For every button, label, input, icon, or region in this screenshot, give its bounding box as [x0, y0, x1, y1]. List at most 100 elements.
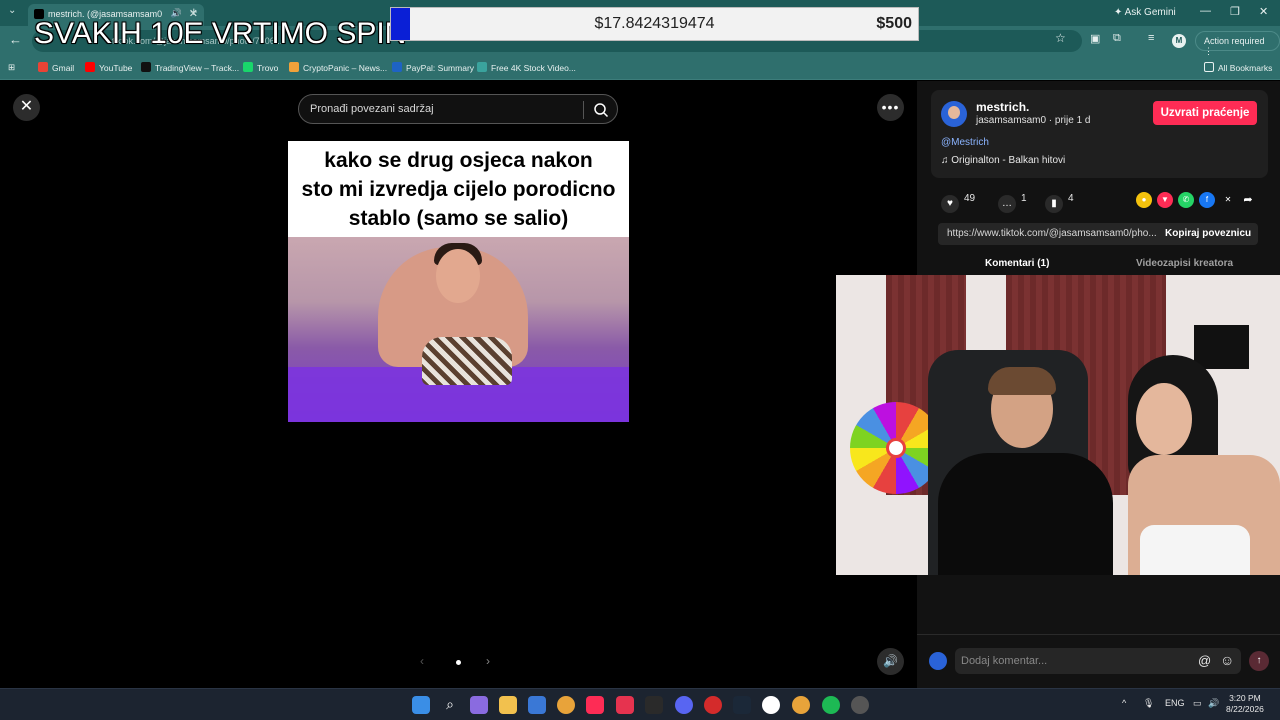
caption-line: stablo (samo se salio)	[348, 207, 569, 230]
bookmarks-bar: ⊞ Gmail YouTube TradingView – Track... T…	[0, 56, 1280, 80]
epic-games-icon[interactable]	[645, 696, 663, 714]
bookmark-youtube[interactable]: YouTube	[85, 62, 132, 73]
speaker-tray-icon[interactable]: 🔊	[1208, 698, 1219, 709]
donation-goal-bar: $17.8424319474 $500	[390, 7, 919, 41]
comment-button[interactable]: … 1	[998, 193, 1027, 213]
taskbar-search-icon[interactable]: ⌕	[441, 696, 459, 714]
search-icon[interactable]	[592, 101, 610, 119]
photo-caption: kako se drug osjeca nakon sto mi izvredj…	[288, 141, 629, 237]
next-photo-chevron-icon[interactable]: ›	[486, 654, 490, 668]
creator-card: mestrich. jasamsamsam0 · prije 1 d Uzvra…	[931, 90, 1268, 178]
search-placeholder: Pronađi povezani sadržaj	[310, 103, 434, 115]
caption-line: sto mi izvredja cijelo porodicno	[301, 178, 616, 201]
opera-icon[interactable]	[704, 696, 722, 714]
chrome-icon[interactable]	[557, 696, 575, 714]
guest-top	[1140, 525, 1250, 575]
spotify-icon[interactable]	[822, 696, 840, 714]
whatsapp-icon[interactable]: ✆	[1178, 192, 1194, 208]
windows-taskbar: ⌕ ^ 🎙 ENG ▭ 🔊 3:20 PM 8/22/2026	[0, 688, 1280, 720]
bookmark-paypal[interactable]: PayPal: Summary	[392, 62, 474, 73]
emoji-icon[interactable]: ☺	[1220, 652, 1234, 668]
action-required-button[interactable]: Action required ⋮	[1195, 31, 1280, 56]
previous-photo-chevron-icon[interactable]: ‹	[420, 654, 424, 668]
extension-badge-icon[interactable]: ▣	[1090, 32, 1100, 45]
save-count: 4	[1068, 193, 1074, 204]
clock-time: 3:20 PM	[1229, 693, 1261, 703]
tab-creator-videos[interactable]: Videozapisi kreatora	[1136, 258, 1233, 269]
all-bookmarks[interactable]: All Bookmarks	[1204, 62, 1272, 73]
media-control-icon[interactable]: ≡	[1148, 32, 1154, 44]
comment-bubble-icon: …	[998, 195, 1016, 213]
post-photo: kako se drug osjeca nakon sto mi izvredj…	[288, 141, 629, 422]
facebook-icon[interactable]: f	[1199, 192, 1215, 208]
comment-count: 1	[1021, 193, 1027, 204]
steam-icon[interactable]	[733, 696, 751, 714]
creator-username-date: jasamsamsam0 · prije 1 d	[976, 115, 1091, 126]
copilot-icon[interactable]	[470, 696, 488, 714]
microphone-icon[interactable]: 🎙	[1143, 698, 1154, 709]
comment-composer: Dodaj komentar... @ ☺ ↑	[917, 634, 1280, 688]
extensions-puzzle-icon[interactable]: ⧉	[1113, 32, 1121, 45]
follow-back-button[interactable]: Uzvrati praćenje	[1153, 101, 1257, 125]
tab-list-icon[interactable]: ⌄	[8, 5, 16, 16]
apps-grid-icon[interactable]: ⊞	[8, 62, 15, 73]
back-arrow-icon[interactable]: ←	[9, 32, 22, 47]
clock-date: 8/22/2026	[1226, 704, 1264, 714]
bookmark-icon: ▮	[1045, 195, 1063, 213]
creator-avatar[interactable]	[941, 101, 967, 127]
more-options-button[interactable]: •••	[877, 94, 904, 121]
creator-mention[interactable]: @Mestrich	[941, 137, 989, 148]
taskbar-clock[interactable]: 3:20 PM 8/22/2026	[1226, 693, 1264, 715]
copy-link-box: https://www.tiktok.com/@jasamsamsam0/pho…	[938, 223, 1258, 245]
stream-overlay-title: SVAKIH 10E VRTIMO SPIN	[34, 17, 407, 50]
streamer-webcam	[836, 275, 1280, 575]
discord-icon[interactable]	[675, 696, 693, 714]
language-indicator[interactable]: ENG	[1165, 698, 1185, 708]
save-button[interactable]: ▮ 4	[1045, 193, 1074, 213]
profile-avatar[interactable]: M	[1172, 34, 1186, 48]
music-note-icon: ♫	[941, 155, 949, 166]
minimize-icon[interactable]: —	[1200, 5, 1211, 17]
store-icon[interactable]	[528, 696, 546, 714]
ask-gemini-button[interactable]: ✦ Ask Gemini	[1106, 5, 1184, 21]
sound-link[interactable]: ♫ Originalton - Balkan hitovi	[941, 155, 1065, 166]
bookmark-tradingview[interactable]: TradingView – Track...	[141, 62, 239, 73]
start-icon[interactable]	[412, 696, 430, 714]
bookmark-trovo[interactable]: Trovo	[243, 62, 278, 73]
tray-chevron-icon[interactable]: ^	[1122, 698, 1126, 708]
tiktok-app-icon[interactable]	[586, 696, 604, 714]
bookmark-free-4k-stock[interactable]: Free 4K Stock Video...	[477, 62, 576, 73]
like-button[interactable]: ♥ 49	[941, 193, 975, 213]
donation-goal-current: $17.8424319474	[594, 15, 715, 32]
comment-input[interactable]: Dodaj komentar... @ ☺	[955, 648, 1241, 674]
related-search-input[interactable]: Pronađi povezani sadržaj	[298, 94, 618, 124]
chrome-active-icon[interactable]	[792, 696, 810, 714]
bookmark-cryptopanic[interactable]: CryptoPanic – News...	[289, 62, 387, 73]
tab-comments[interactable]: Komentari (1)	[985, 258, 1049, 269]
mention-at-icon[interactable]: @	[1198, 653, 1211, 668]
post-url[interactable]: https://www.tiktok.com/@jasamsamsam0/pho…	[947, 228, 1157, 239]
app-icon[interactable]	[851, 696, 869, 714]
my-avatar	[929, 652, 947, 670]
share-send-icon[interactable]: ▼	[1157, 192, 1173, 208]
photo-bikini	[422, 337, 512, 385]
copy-link-button[interactable]: Kopiraj poveznicu	[1165, 228, 1251, 239]
bookmark-gmail[interactable]: Gmail	[38, 62, 74, 73]
volume-icon[interactable]: 🔊	[877, 648, 904, 675]
close-window-icon[interactable]: ✕	[1259, 5, 1268, 18]
guest-face	[1136, 383, 1192, 455]
send-comment-button[interactable]: ↑	[1249, 651, 1269, 671]
network-icon[interactable]: ▭	[1193, 698, 1202, 709]
share-arrow-icon[interactable]: ➦	[1240, 192, 1256, 208]
app-icon[interactable]	[616, 696, 634, 714]
bookmark-star-icon[interactable]: ☆	[1055, 31, 1066, 45]
share-repost-icon[interactable]: ●	[1136, 192, 1152, 208]
streamer-hair	[988, 367, 1056, 395]
x-icon[interactable]: ✕	[1220, 192, 1236, 208]
close-viewer-button[interactable]: ✕	[13, 94, 40, 121]
maximize-icon[interactable]: ❐	[1230, 5, 1240, 18]
creator-display-name[interactable]: mestrich.	[976, 100, 1029, 114]
spin-wheel-hub	[886, 438, 906, 458]
file-explorer-icon[interactable]	[499, 696, 517, 714]
obs-icon[interactable]	[762, 696, 780, 714]
